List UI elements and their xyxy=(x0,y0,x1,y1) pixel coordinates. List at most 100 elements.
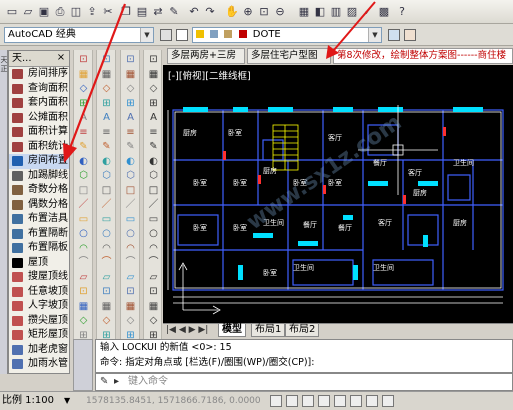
panel-item[interactable]: 屋顶 xyxy=(9,256,69,271)
tool-icon[interactable]: ◇ xyxy=(100,83,113,95)
zoom-realtime-icon[interactable]: ⊕ xyxy=(240,4,256,20)
layer-manager-icon[interactable] xyxy=(160,29,172,41)
snap-icon[interactable] xyxy=(270,395,282,407)
tool-icon[interactable]: ◇ xyxy=(77,83,90,95)
tool-icon[interactable]: ⊡ xyxy=(124,286,137,298)
brush-icon[interactable]: ✎ xyxy=(166,4,182,20)
save-icon[interactable]: ▣ xyxy=(36,4,52,20)
draw-tool-icon[interactable]: ◇ xyxy=(147,83,160,95)
markup-icon[interactable]: ✓ xyxy=(360,4,376,20)
tool-icon[interactable]: ⌒ xyxy=(100,257,113,269)
tool-icon[interactable]: ▱ xyxy=(77,272,90,284)
layout-tab[interactable]: 布局1 xyxy=(251,324,286,337)
close-icon[interactable]: × xyxy=(55,52,67,64)
tool-icon[interactable]: ▦ xyxy=(77,69,90,81)
panel-item[interactable]: 加老虎窗 xyxy=(9,343,69,358)
new-icon[interactable]: ▭ xyxy=(4,4,20,20)
layer-previous-icon[interactable] xyxy=(404,29,416,41)
undo-icon[interactable]: ↶ xyxy=(186,4,202,20)
tool-icon[interactable]: ⊡ xyxy=(77,286,90,298)
drawing-canvas[interactable]: [-][俯视][二维线框] 厨房 厨房 客厅 餐厅 卧室 卧室 卧室 卧室 厨房… xyxy=(163,65,513,323)
tool-icon[interactable]: A xyxy=(77,112,90,124)
panel-item[interactable]: 矩形屋顶 xyxy=(9,328,69,343)
draw-tool-icon[interactable]: ／ xyxy=(147,199,160,211)
panel-item[interactable]: 布置隔断 xyxy=(9,227,69,242)
tool-icon[interactable]: ▭ xyxy=(77,214,90,226)
panel-item[interactable]: 人字坡顶 xyxy=(9,299,69,314)
draw-tool-icon[interactable]: ▦ xyxy=(147,301,160,313)
draw-tool-icon[interactable]: ⊡ xyxy=(147,286,160,298)
preview-icon[interactable]: ◫ xyxy=(68,4,84,20)
tool-icon[interactable]: □ xyxy=(124,185,137,197)
tool-icon[interactable]: ◇ xyxy=(100,315,113,327)
draw-tool-icon[interactable]: ◐ xyxy=(147,156,160,168)
palette-title-strip[interactable]: 天正 xyxy=(0,50,8,374)
tool-icon[interactable]: ▭ xyxy=(124,214,137,226)
panel-item[interactable]: 查询面积 xyxy=(9,82,69,97)
tool-palette-icon[interactable]: ▥ xyxy=(328,4,344,20)
tool-icon[interactable]: ⊡ xyxy=(124,54,137,66)
tool-icon[interactable]: ／ xyxy=(77,199,90,211)
tool-icon[interactable]: ○ xyxy=(100,228,113,240)
panel-item[interactable]: 攒尖屋顶 xyxy=(9,314,69,329)
tool-icon[interactable]: □ xyxy=(100,185,113,197)
command-window-handle[interactable] xyxy=(73,339,93,391)
tool-icon[interactable]: □ xyxy=(77,185,90,197)
draw-tool-icon[interactable]: ⬡ xyxy=(147,170,160,182)
chevron-down-icon[interactable]: ▼ xyxy=(64,394,70,408)
tool-icon[interactable]: ◐ xyxy=(100,156,113,168)
tool-icon[interactable]: ✎ xyxy=(77,141,90,153)
paste-icon[interactable]: ▤ xyxy=(134,4,150,20)
tool-icon[interactable]: A xyxy=(100,112,113,124)
draw-tool-icon[interactable]: ◠ xyxy=(147,243,160,255)
panel-item[interactable]: 布置洁具 xyxy=(9,212,69,227)
panel-item[interactable]: 加雨水管 xyxy=(9,357,69,372)
file-tab[interactable]: 第8次修改，绘制整体方案图------商住楼 xyxy=(333,48,513,64)
wrench-icon[interactable]: ✎ xyxy=(100,376,112,388)
properties-icon[interactable]: ▦ xyxy=(296,4,312,20)
draw-tool-icon[interactable]: ✎ xyxy=(147,141,160,153)
copy-icon[interactable]: ❐ xyxy=(118,4,134,20)
layout-tab[interactable]: 布局2 xyxy=(285,324,320,337)
command-input[interactable]: ✎ ▸ 键入命令 xyxy=(95,373,513,391)
tool-icon[interactable]: ≡ xyxy=(100,127,113,139)
polar-icon[interactable] xyxy=(318,395,330,407)
draw-tool-icon[interactable]: A xyxy=(147,112,160,124)
tool-icon[interactable]: ▦ xyxy=(124,301,137,313)
tool-icon[interactable]: ⊞ xyxy=(100,98,113,110)
tool-icon[interactable]: ◠ xyxy=(100,243,113,255)
ortho-icon[interactable] xyxy=(302,395,314,407)
zoom-window-icon[interactable]: ⊡ xyxy=(256,4,272,20)
tool-icon[interactable]: ／ xyxy=(100,199,113,211)
tool-icon[interactable]: ◇ xyxy=(124,315,137,327)
tool-icon[interactable]: ◠ xyxy=(77,243,90,255)
tool-icon[interactable]: ◇ xyxy=(77,315,90,327)
tool-icon[interactable]: ⊞ xyxy=(124,98,137,110)
panel-item[interactable]: 面积计算 xyxy=(9,125,69,140)
draw-tool-icon[interactable]: ⊡ xyxy=(147,54,160,66)
tool-icon[interactable]: ✎ xyxy=(100,141,113,153)
tool-icon[interactable]: ⊡ xyxy=(77,54,90,66)
draw-tool-icon[interactable]: ▦ xyxy=(147,69,160,81)
panel-item[interactable]: 布置隔板 xyxy=(9,241,69,256)
publish-icon[interactable]: ⇪ xyxy=(84,4,100,20)
tool-icon[interactable]: ⌒ xyxy=(124,257,137,269)
tool-icon[interactable]: ⊡ xyxy=(100,54,113,66)
redo-icon[interactable]: ↷ xyxy=(202,4,218,20)
design-center-icon[interactable]: ◧ xyxy=(312,4,328,20)
cut-icon[interactable]: ✂ xyxy=(100,4,116,20)
draw-tool-icon[interactable]: ⊞ xyxy=(147,98,160,110)
tool-icon[interactable]: ◐ xyxy=(77,156,90,168)
tool-icon[interactable]: ▦ xyxy=(100,69,113,81)
quick-properties-icon[interactable] xyxy=(382,395,394,407)
layout-tab[interactable]: 模型 xyxy=(218,324,246,337)
tool-icon[interactable]: ≡ xyxy=(124,127,137,139)
tool-icon[interactable]: ▭ xyxy=(100,214,113,226)
panel-item[interactable]: 奇数分格 xyxy=(9,183,69,198)
workspace-dropdown[interactable]: AutoCAD 经典 ▼ xyxy=(4,27,154,43)
tool-icon[interactable]: ⊞ xyxy=(77,98,90,110)
tab-nav-arrows-icon[interactable]: |◀ ◀ ▶ ▶| xyxy=(166,324,208,336)
file-tab[interactable]: 多层住宅户型图 xyxy=(247,48,331,64)
recent-commands-icon[interactable]: ▸ xyxy=(114,376,126,388)
draw-tool-icon[interactable]: ▭ xyxy=(147,214,160,226)
